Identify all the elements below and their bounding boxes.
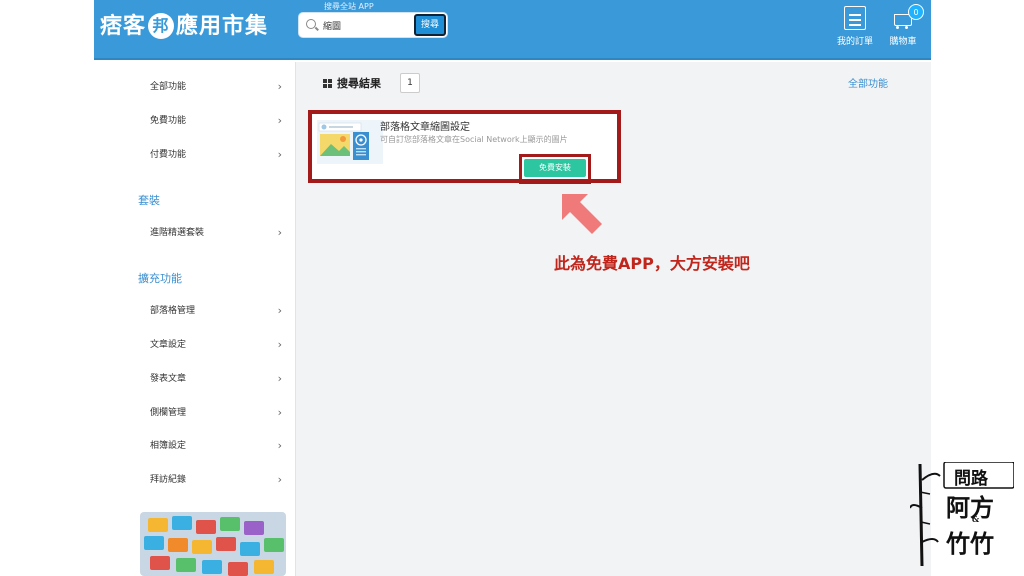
orders-list-icon bbox=[844, 6, 866, 30]
annotation-text: 此為免費APP，大方安裝吧 bbox=[554, 254, 750, 273]
sidebar-item-label: 付費功能 bbox=[150, 150, 187, 160]
search-button[interactable]: 搜尋 bbox=[414, 14, 446, 36]
logo-text-b: 應用市集 bbox=[176, 14, 269, 39]
sidebar-item-label: 免費功能 bbox=[150, 116, 187, 126]
chevron-right-icon: › bbox=[277, 304, 282, 317]
app-thumbnail-illustration bbox=[317, 120, 383, 164]
watermark-line1: 問路 bbox=[954, 469, 988, 489]
annotation-arrow-icon bbox=[562, 194, 602, 234]
app-result-card[interactable]: 部落格文章縮圖設定 可自訂您部落格文章在Social Network上顯示的圖片… bbox=[308, 110, 621, 184]
chevron-right-icon: › bbox=[277, 439, 282, 452]
app-page: 痞客邦應用市集 搜尋全站 APP 搜尋 我的訂單 0 購物車 全部功能 › 免費功… bbox=[0, 0, 1024, 576]
chevron-right-icon: › bbox=[277, 338, 282, 351]
search-icon bbox=[306, 19, 316, 29]
sidebar-section-extensions: 擴充功能 bbox=[138, 272, 182, 285]
main-content: 搜尋結果 1 全部功能 部落格文章縮圖設定 可自訂您部落格文章在Social N… bbox=[296, 62, 931, 576]
site-logo[interactable]: 痞客邦應用市集 bbox=[100, 8, 268, 40]
sidebar-item-label: 進階精選套裝 bbox=[150, 228, 205, 238]
cart-count-badge: 0 bbox=[908, 4, 924, 20]
sidebar-item-all[interactable]: 全部功能 › bbox=[150, 76, 282, 98]
sidebar-item-label: 側欄管理 bbox=[150, 408, 187, 418]
grid-icon bbox=[323, 79, 332, 88]
sidebar-item-free[interactable]: 免費功能 › bbox=[150, 110, 282, 132]
sidebar-item-label: 拜訪紀錄 bbox=[150, 475, 187, 485]
sidebar-section-bundle: 套裝 bbox=[138, 194, 160, 207]
author-watermark: 問路 阿方 & 竹竹 bbox=[909, 461, 1015, 570]
chevron-right-icon: › bbox=[277, 114, 282, 127]
cart-label: 購物車 bbox=[889, 37, 917, 47]
promo-banner-image[interactable] bbox=[140, 512, 286, 576]
search-box: 搜尋 bbox=[298, 12, 448, 38]
sidebar-item-album-settings[interactable]: 相簿設定 › bbox=[150, 435, 282, 457]
app-thumbnail[interactable] bbox=[317, 120, 383, 164]
app-name[interactable]: 部落格文章縮圖設定 bbox=[380, 118, 470, 133]
sidebar-item-label: 文章設定 bbox=[150, 340, 187, 350]
chevron-right-icon: › bbox=[277, 406, 282, 419]
sidebar-item-visit-log[interactable]: 拜訪紀錄 › bbox=[150, 469, 282, 491]
chevron-right-icon: › bbox=[277, 226, 282, 239]
sidebar-item-article-settings[interactable]: 文章設定 › bbox=[150, 334, 282, 356]
sidebar-item-label: 全部功能 bbox=[150, 82, 187, 92]
page-number-chip[interactable]: 1 bbox=[400, 73, 420, 93]
results-title: 搜尋結果 bbox=[337, 77, 381, 90]
sidebar-item-sidebar-manage[interactable]: 側欄管理 › bbox=[150, 402, 282, 424]
sidebar-item-label: 部落格管理 bbox=[150, 306, 196, 316]
sidebar-item-label: 相簿設定 bbox=[150, 441, 187, 451]
search-input[interactable] bbox=[323, 17, 407, 33]
all-functions-link[interactable]: 全部功能 bbox=[848, 75, 888, 90]
my-orders-button[interactable]: 我的訂單 bbox=[832, 6, 878, 47]
search-caption: 搜尋全站 APP bbox=[324, 2, 374, 11]
chevron-right-icon: › bbox=[277, 148, 282, 161]
sidebar: 全部功能 › 免費功能 › 付費功能 › 套裝 進階精選套裝 › 擴充功能 部落格管理 ›… bbox=[94, 62, 296, 576]
top-header: 痞客邦應用市集 搜尋全站 APP 搜尋 我的訂單 0 購物車 bbox=[94, 0, 931, 60]
watermark-line3: 竹竹 bbox=[946, 529, 994, 558]
sidebar-item-label: 發表文章 bbox=[150, 374, 187, 384]
sidebar-item-publish[interactable]: 發表文章 › bbox=[150, 368, 282, 390]
free-install-button[interactable]: 免費安裝 bbox=[524, 159, 586, 177]
app-description: 可自訂您部落格文章在Social Network上顯示的圖片 bbox=[380, 135, 568, 144]
logo-text-a: 痞客 bbox=[100, 14, 147, 39]
cart-button[interactable]: 0 購物車 bbox=[880, 4, 926, 47]
logo-mark: 邦 bbox=[148, 13, 175, 39]
chevron-right-icon: › bbox=[277, 80, 282, 93]
sidebar-item-paid[interactable]: 付費功能 › bbox=[150, 144, 282, 166]
sidebar-item-advanced-bundle[interactable]: 進階精選套裝 › bbox=[150, 222, 282, 244]
chevron-right-icon: › bbox=[277, 473, 282, 486]
sidebar-item-blog-manage[interactable]: 部落格管理 › bbox=[150, 300, 282, 322]
chevron-right-icon: › bbox=[277, 372, 282, 385]
orders-label: 我的訂單 bbox=[836, 37, 873, 47]
watermark-line2: 阿方 bbox=[946, 493, 994, 522]
watermark-amp: & bbox=[972, 514, 980, 524]
